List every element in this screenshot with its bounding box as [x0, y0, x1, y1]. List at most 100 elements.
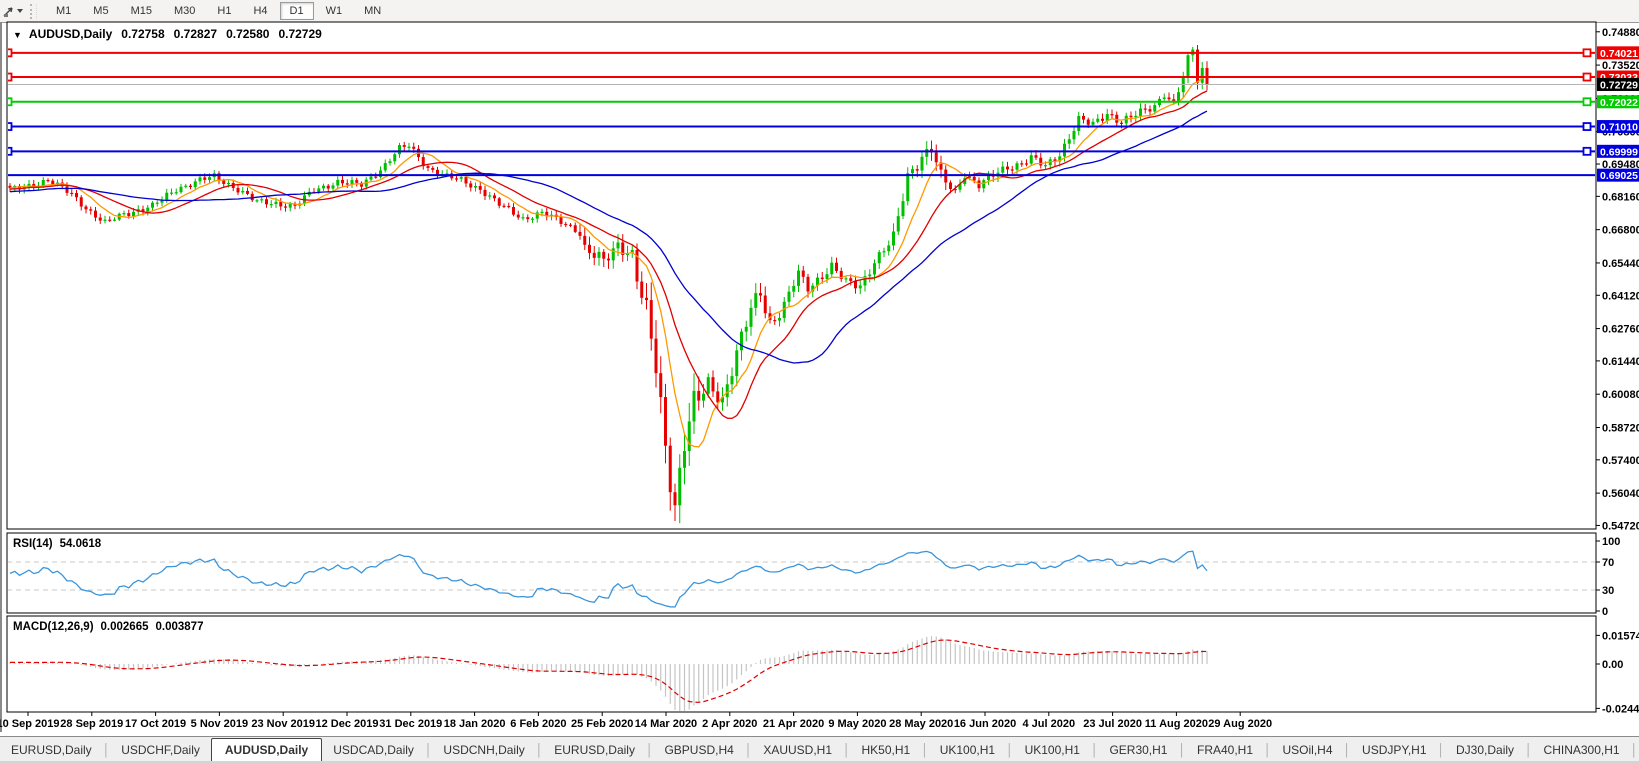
line-anchor-handle[interactable] — [5, 148, 12, 155]
price-tick-label: 0.68160 — [1602, 191, 1639, 203]
candle-body — [351, 180, 354, 184]
candle-body — [925, 149, 928, 157]
candle-body — [1149, 109, 1152, 111]
candle-body — [726, 384, 729, 397]
symbol-dropdown-icon[interactable]: ▼ — [13, 30, 22, 40]
macd-main-value: 0.002665 — [101, 621, 149, 633]
candle-body — [1016, 163, 1019, 169]
candle-body — [127, 213, 130, 216]
candle-body — [887, 245, 890, 251]
macd-tick-label: 0.015741 — [1602, 630, 1639, 642]
candle-body — [327, 186, 330, 189]
candle-body — [574, 225, 577, 232]
candle-body — [1130, 116, 1133, 117]
candle-body — [526, 217, 529, 219]
candle-body — [284, 206, 287, 207]
date-tick-label: 11 Aug 2020 — [1145, 718, 1208, 730]
date-tick-label: 5 Nov 2019 — [191, 718, 248, 730]
candle-body — [203, 177, 206, 179]
candle-body — [256, 200, 259, 201]
chart-tab-gbpusd-h4[interactable]: GBPUSD,H4 — [653, 739, 744, 762]
price-tick-label: 0.66800 — [1602, 225, 1639, 237]
candle-body — [778, 318, 781, 321]
date-tick-label: 12 Dec 2019 — [316, 718, 379, 730]
candle-body — [669, 446, 672, 493]
candle-body — [469, 183, 472, 187]
tab-separator: │ — [1525, 739, 1533, 762]
candle-body — [99, 218, 102, 221]
line-anchor-handle[interactable] — [5, 98, 12, 105]
chart-tab-usdcnh-daily[interactable]: USDCNH,Daily — [432, 739, 535, 762]
line-anchor-handle[interactable] — [5, 49, 12, 56]
candle-body — [1068, 139, 1071, 143]
candle-body — [1035, 155, 1038, 157]
chart-tab-fra40-h1[interactable]: FRA40,H1 — [1186, 739, 1264, 762]
candle-body — [735, 350, 738, 376]
candle-body — [522, 217, 525, 218]
line-anchor-handle[interactable] — [1584, 74, 1591, 81]
date-tick-label: 10 Sep 2019 — [0, 718, 60, 730]
chart-tab-dj30-daily[interactable]: DJ30,Daily — [1445, 739, 1525, 762]
candle-body — [208, 177, 211, 180]
panel-frame — [7, 616, 1596, 712]
candle-body — [1044, 165, 1047, 166]
ohlc-low: 0.72580 — [226, 27, 269, 41]
candle-body — [916, 169, 919, 170]
rsi-tick-label: 0 — [1602, 606, 1608, 618]
candle-body — [607, 259, 610, 261]
chart-tab-eurusd-daily[interactable]: EURUSD,Daily — [543, 739, 646, 762]
ohlc-close: 0.72729 — [278, 27, 321, 41]
chart-tab-usoil-h4[interactable]: USOil,H4 — [1272, 739, 1344, 762]
price-tag-label: 0.69025 — [1600, 170, 1638, 182]
candle-body — [408, 147, 411, 148]
candle-body — [911, 169, 914, 173]
chart-tab-usdjpy-h1[interactable]: USDJPY,H1 — [1351, 739, 1437, 762]
candle-body — [598, 252, 601, 258]
candle-body — [70, 193, 73, 194]
chart-tab-usdchf-daily[interactable]: USDCHF,Daily — [110, 739, 211, 762]
date-tick-label: 17 Oct 2019 — [125, 718, 186, 730]
rsi-tick-label: 70 — [1602, 557, 1614, 569]
tab-separator: │ — [536, 739, 544, 762]
chart-tab-xauusd-h1[interactable]: XAUUSD,H1 — [752, 739, 843, 762]
line-anchor-handle[interactable] — [1584, 49, 1591, 56]
chart-tab-uk100-h1[interactable]: UK100,H1 — [929, 739, 1006, 762]
candle-body — [892, 232, 895, 246]
chart-tab-china300-h1[interactable]: CHINA300,H1 — [1533, 739, 1631, 762]
candle-body — [165, 193, 168, 200]
candle-body — [973, 177, 976, 181]
candle-body — [921, 157, 924, 171]
line-anchor-handle[interactable] — [1584, 148, 1591, 155]
candle-body — [370, 177, 373, 180]
chart-tab-audusd-daily[interactable]: AUDUSD,Daily — [211, 738, 322, 763]
tab-separator: │ — [1264, 739, 1272, 762]
chart-symbol: AUDUSD,Daily — [29, 27, 112, 41]
candle-body — [403, 145, 406, 147]
candle-body — [1111, 114, 1114, 115]
chart-tab-ger30-h1[interactable]: GER30,H1 — [1098, 739, 1178, 762]
line-anchor-handle[interactable] — [1584, 123, 1591, 130]
tab-separator: │ — [425, 739, 433, 762]
candle-body — [949, 183, 952, 189]
tab-separator: │ — [1006, 739, 1014, 762]
candle-body — [75, 193, 78, 197]
chart-canvas[interactable]: 0.748800.735200.721600.708000.694800.681… — [0, 0, 1639, 763]
candle-body — [474, 186, 477, 188]
chart-tab-uk100-h1[interactable]: UK100,H1 — [1014, 739, 1091, 762]
chart-tab-hk50-h1[interactable]: HK50,H1 — [851, 739, 922, 762]
line-anchor-handle[interactable] — [5, 74, 12, 81]
date-tick-label: 16 Jun 2020 — [954, 718, 1016, 730]
candle-body — [678, 468, 681, 506]
candle-body — [859, 285, 862, 288]
candle-body — [1163, 97, 1166, 98]
candle-body — [355, 180, 358, 183]
line-anchor-handle[interactable] — [5, 123, 12, 130]
chart-tab-eurusd-daily[interactable]: EURUSD,Daily — [0, 739, 103, 762]
chart-tab-usdcad-daily[interactable]: USDCAD,Daily — [322, 739, 425, 762]
candle-body — [1073, 131, 1076, 139]
line-anchor-handle[interactable] — [1584, 98, 1591, 105]
candle-body — [322, 186, 325, 189]
candle-body — [693, 391, 696, 422]
candle-body — [564, 224, 567, 225]
tab-separator: │ — [921, 739, 929, 762]
